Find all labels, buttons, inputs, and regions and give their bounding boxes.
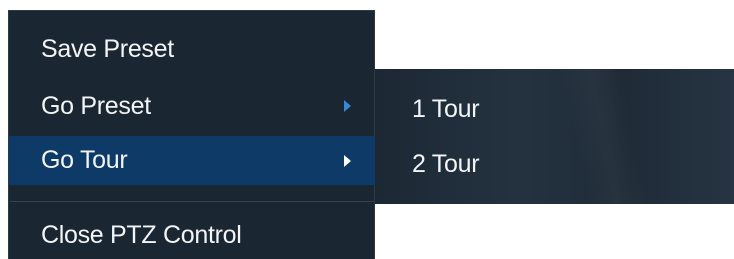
menu-item-close-ptz-control[interactable]: Close PTZ Control	[9, 210, 375, 259]
menu-item-go-tour[interactable]: Go Tour	[9, 136, 375, 185]
menu-item-label: Go Tour	[41, 146, 128, 174]
menu-item-label: Close PTZ Control	[41, 220, 242, 249]
menu-item-label: Go Preset	[41, 91, 151, 120]
menu-separator	[10, 201, 374, 202]
chevron-right-icon	[344, 100, 351, 112]
submenu-item-1-tour[interactable]: 1 Tour	[375, 81, 734, 137]
submenu-item-label: 2 Tour	[412, 149, 480, 178]
chevron-right-icon	[344, 154, 351, 167]
submenu-item-label: 1 Tour	[412, 94, 480, 123]
submenu-item-2-tour[interactable]: 2 Tour	[375, 136, 734, 192]
context-menu: Save Preset Go Preset Go Tour Close PTZ …	[8, 10, 375, 259]
menu-item-go-preset[interactable]: Go Preset	[9, 81, 375, 131]
menu-item-label: Save Preset	[41, 34, 174, 63]
menu-item-save-preset[interactable]: Save Preset	[9, 24, 375, 74]
tour-submenu: 1 Tour 2 Tour	[375, 69, 734, 204]
